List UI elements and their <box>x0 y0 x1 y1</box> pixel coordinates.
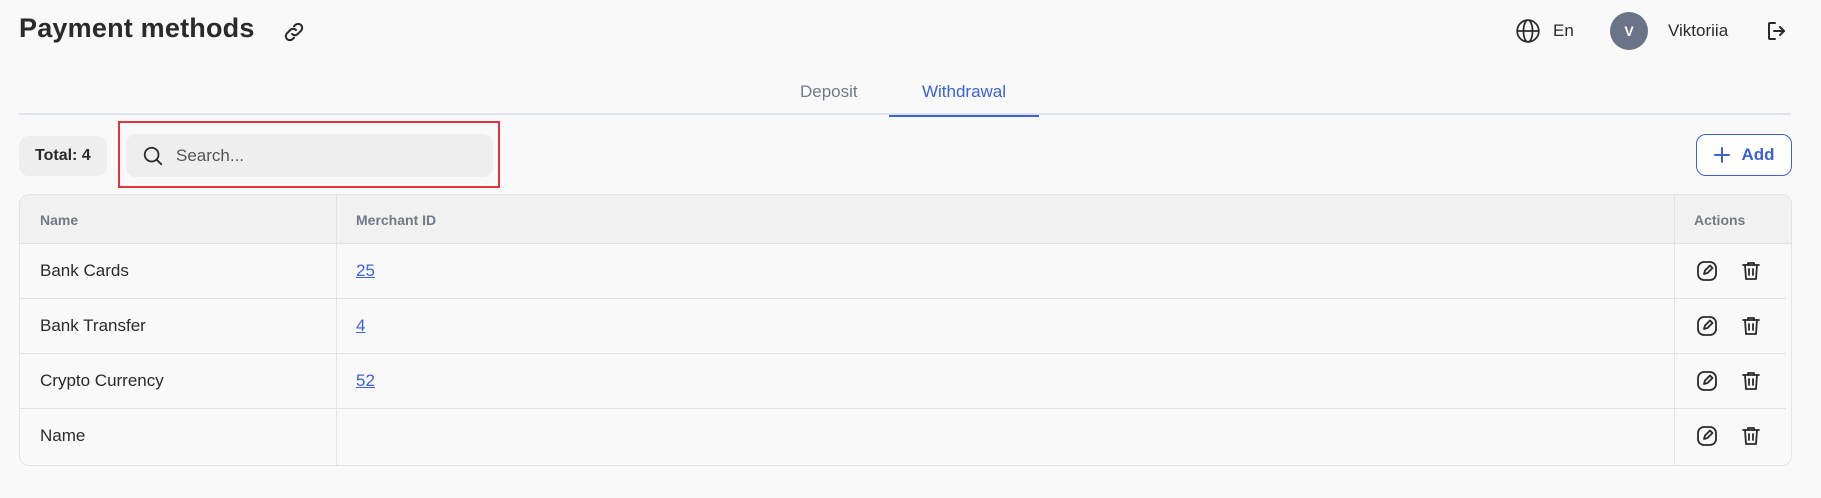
trash-icon[interactable] <box>1739 314 1763 338</box>
trash-icon[interactable] <box>1739 424 1763 448</box>
plus-icon <box>1714 147 1731 163</box>
trash-icon[interactable] <box>1739 259 1763 283</box>
logout-icon[interactable] <box>1765 19 1789 43</box>
table-row: Bank Transfer 4 <box>20 299 1786 354</box>
cell-merchant-id-link[interactable]: 4 <box>356 316 365 336</box>
table-row: Bank Cards 25 <box>20 244 1786 299</box>
globe-icon[interactable] <box>1515 18 1541 44</box>
table-row: Crypto Currency 52 <box>20 354 1786 409</box>
tab-deposit[interactable]: Deposit <box>800 82 858 115</box>
table-header: Name Merchant ID Actions <box>20 195 1791 244</box>
total-badge: Total: 4 <box>19 136 107 176</box>
search-box[interactable] <box>126 134 493 177</box>
edit-icon[interactable] <box>1695 424 1719 448</box>
trash-icon[interactable] <box>1739 369 1763 393</box>
column-header-merchant-id: Merchant ID <box>356 212 437 228</box>
edit-icon[interactable] <box>1695 314 1719 338</box>
edit-icon[interactable] <box>1695 369 1719 393</box>
link-icon[interactable] <box>282 20 306 44</box>
page-header: Payment methods En V Viktoriia <box>0 0 1821 62</box>
search-input[interactable] <box>176 134 476 177</box>
cell-name: Crypto Currency <box>40 371 164 390</box>
table-row: Name <box>20 409 1786 464</box>
cell-merchant-id-link[interactable]: 52 <box>356 371 375 391</box>
edit-icon[interactable] <box>1695 259 1719 283</box>
add-button-label: Add <box>1741 145 1775 164</box>
language-selector[interactable]: En <box>1553 21 1574 41</box>
avatar[interactable]: V <box>1610 12 1648 50</box>
tab-bar: Deposit Withdrawal <box>19 74 1791 117</box>
payment-methods-table: Name Merchant ID Actions Bank Cards 25 B… <box>19 194 1792 466</box>
cell-name: Bank Transfer <box>40 316 146 335</box>
tab-withdrawal[interactable]: Withdrawal <box>889 82 1039 117</box>
cell-name: Bank Cards <box>40 261 129 280</box>
username: Viktoriia <box>1668 21 1729 40</box>
column-header-actions: Actions <box>1694 212 1746 228</box>
cell-merchant-id-link[interactable]: 25 <box>356 261 375 281</box>
cell-name: Name <box>40 426 86 445</box>
search-icon <box>143 146 163 166</box>
column-header-name: Name <box>40 212 79 228</box>
page-title: Payment methods <box>19 13 255 43</box>
add-button[interactable]: Add <box>1696 134 1792 176</box>
